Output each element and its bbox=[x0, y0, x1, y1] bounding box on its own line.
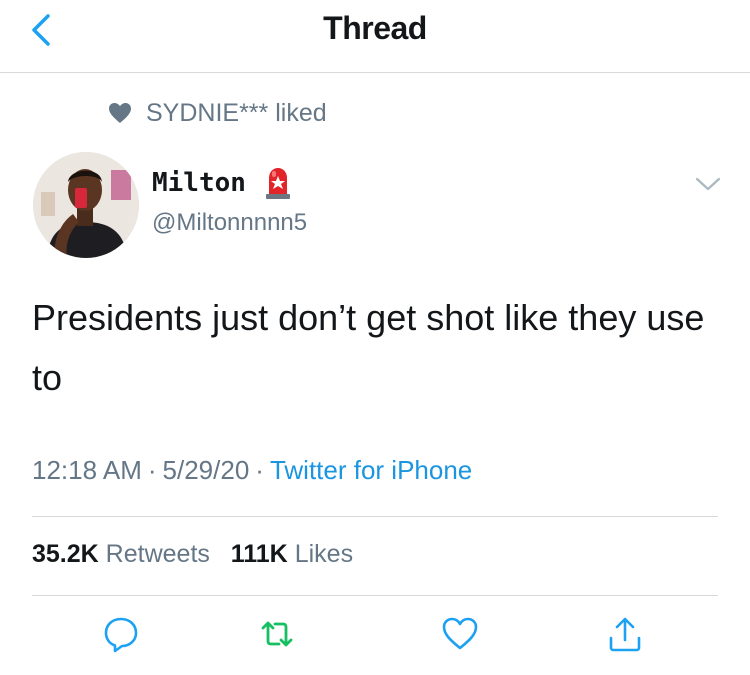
likes-label: Likes bbox=[294, 540, 354, 568]
reply-icon bbox=[104, 617, 138, 653]
tweet-time: 12:18 AM bbox=[32, 455, 142, 485]
retweet-icon bbox=[261, 621, 293, 647]
tweet-stats: 35.2K Retweets 111K Likes bbox=[32, 540, 353, 569]
divider bbox=[32, 516, 718, 517]
page-title: Thread bbox=[323, 10, 427, 46]
siren-emoji-icon bbox=[266, 168, 290, 199]
likes-count: 111K bbox=[230, 540, 288, 568]
like-icon bbox=[442, 617, 478, 650]
reply-button[interactable] bbox=[99, 612, 143, 656]
liked-by-text: SYDNIE*** liked bbox=[146, 98, 327, 127]
chevron-down-icon bbox=[695, 177, 721, 191]
retweet-button[interactable] bbox=[255, 612, 299, 656]
share-button[interactable] bbox=[603, 612, 647, 656]
retweets-stat[interactable]: 35.2K Retweets bbox=[32, 540, 210, 568]
author-handle[interactable]: @Miltonnnnn5 bbox=[152, 209, 307, 237]
tweet-date: 5/29/20 bbox=[162, 455, 250, 485]
more-options-button[interactable] bbox=[693, 172, 723, 196]
share-icon bbox=[609, 617, 641, 652]
heart-icon bbox=[109, 103, 131, 123]
meta-separator: · bbox=[147, 455, 157, 485]
tweet-meta: 12:18 AM · 5/29/20 · Twitter for iPhone bbox=[32, 455, 472, 486]
avatar[interactable] bbox=[33, 152, 139, 258]
meta-separator: · bbox=[255, 455, 264, 485]
social-context: SYDNIE*** liked bbox=[108, 96, 327, 130]
top-bar: Thread bbox=[0, 0, 750, 73]
author-name[interactable]: Milton bbox=[152, 168, 246, 198]
retweets-count: 35.2K bbox=[32, 540, 99, 568]
divider bbox=[32, 595, 718, 596]
tweet-source-link[interactable]: Twitter for iPhone bbox=[270, 455, 472, 485]
tweet-text: Presidents just don’t get shot like they… bbox=[32, 297, 705, 398]
retweets-label: Retweets bbox=[105, 540, 210, 568]
like-button[interactable] bbox=[438, 612, 482, 656]
likes-stat[interactable]: 111K Likes bbox=[231, 540, 353, 568]
